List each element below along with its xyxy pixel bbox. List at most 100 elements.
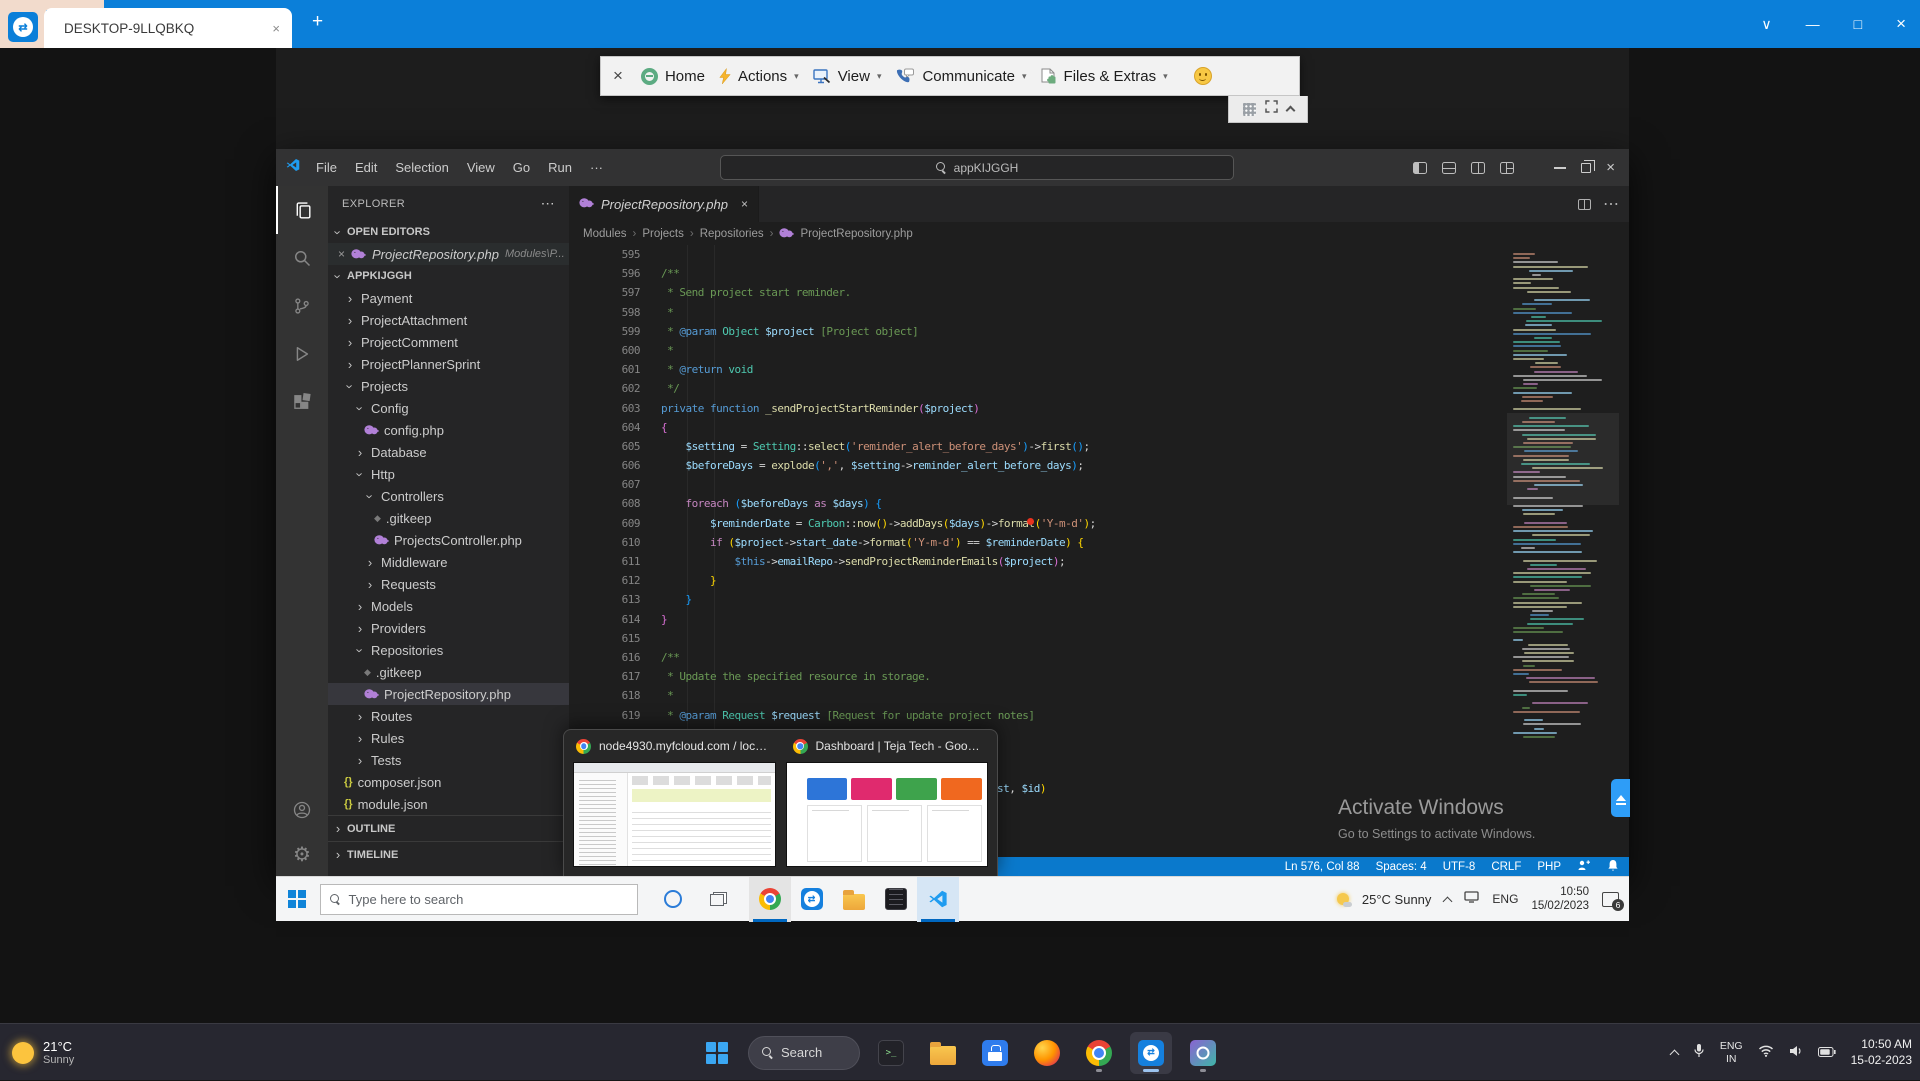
tree-item-projectrepositoryphp[interactable]: ProjectRepository.php [328, 683, 569, 705]
remote-weather-text[interactable]: 25°C Sunny [1362, 892, 1432, 907]
explorer-icon[interactable] [276, 186, 328, 234]
tree-item-projectcomment[interactable]: ›ProjectComment [328, 331, 569, 353]
tree-item-rules[interactable]: ›Rules [328, 727, 569, 749]
accounts-icon[interactable] [276, 788, 328, 832]
explorer-more-icon[interactable]: ⋯ [541, 195, 555, 212]
host-tray-chevron-icon[interactable] [1669, 1050, 1679, 1060]
wifi-icon[interactable] [1758, 1044, 1774, 1062]
session-tab[interactable]: DESKTOP-9LLQBKQ × [44, 8, 292, 48]
remote-network-icon[interactable] [1464, 890, 1479, 908]
vscode-close-icon[interactable]: × [1606, 159, 1615, 176]
host-clock[interactable]: 10:50 AM 15-02-2023 [1851, 1037, 1912, 1068]
tree-item-configphp[interactable]: config.php [328, 419, 569, 441]
minimap-slider[interactable] [1507, 413, 1619, 505]
window-minimize-icon[interactable]: — [1806, 16, 1820, 32]
tree-item-middleware[interactable]: ›Middleware [328, 551, 569, 573]
status-item[interactable]: UTF-8 [1443, 861, 1476, 873]
tree-item-projectattachment[interactable]: ›ProjectAttachment [328, 309, 569, 331]
toggle-secondary-sidebar-icon[interactable] [1471, 162, 1485, 174]
toolbar-view-button[interactable]: View▾ [813, 68, 882, 85]
session-tab-close-icon[interactable]: × [272, 21, 280, 36]
timeline-section[interactable]: › TIMELINE [328, 841, 569, 867]
breadcrumb-item[interactable]: ProjectRepository.php [800, 228, 912, 240]
remote-taskbar-chrome-icon[interactable] [749, 877, 791, 922]
tree-item-tests[interactable]: ›Tests [328, 749, 569, 771]
host-taskbar-explorer-icon[interactable] [922, 1032, 964, 1074]
host-search-pill[interactable]: Search [748, 1036, 860, 1070]
search-view-icon[interactable] [276, 234, 328, 282]
tree-item-projects[interactable]: ›Projects [328, 375, 569, 397]
remote-taskbar-teamviewer-icon[interactable]: ⇄ [791, 877, 833, 922]
window-maximize-icon[interactable]: □ [1854, 16, 1862, 32]
tree-item-modulejson[interactable]: {}module.json [328, 793, 569, 815]
tree-item-http[interactable]: ›Http [328, 463, 569, 485]
host-taskbar-chrome-icon[interactable] [1078, 1032, 1120, 1074]
preview-thumbnail-files[interactable] [573, 762, 776, 867]
tree-item-database[interactable]: ›Database [328, 441, 569, 463]
remote-taskbar-vscode-icon[interactable] [917, 877, 959, 922]
host-taskbar-terminal-icon[interactable]: >_ [870, 1032, 912, 1074]
remote-start-button[interactable] [288, 890, 306, 908]
collapse-chevron-icon[interactable] [1285, 106, 1295, 116]
outline-section[interactable]: › OUTLINE [328, 815, 569, 841]
extensions-icon[interactable] [276, 378, 328, 426]
tree-item-gitkeep[interactable]: ◆.gitkeep [328, 507, 569, 529]
breadcrumb-item[interactable]: Repositories [700, 228, 764, 240]
open-editors-section[interactable]: › OPEN EDITORS [328, 221, 569, 243]
tree-item-requests[interactable]: ›Requests [328, 573, 569, 595]
teamviewer-panel-handle[interactable] [1611, 779, 1630, 817]
status-item[interactable]: Spaces: 4 [1376, 861, 1427, 873]
settings-gear-icon[interactable]: ⚙ [276, 832, 328, 876]
tree-item-projectplannersprint[interactable]: ›ProjectPlannerSprint [328, 353, 569, 375]
vscode-minimize-icon[interactable] [1554, 167, 1566, 168]
tree-item-providers[interactable]: ›Providers [328, 617, 569, 639]
tree-item-payment[interactable]: ›Payment [328, 287, 569, 309]
menu-selection[interactable]: Selection [386, 149, 457, 186]
toolbar-communicate-button[interactable]: Communicate▾ [895, 68, 1026, 85]
app-grid-icon[interactable] [1243, 103, 1256, 116]
tree-item-controllers[interactable]: ›Controllers [328, 485, 569, 507]
tab-close-icon[interactable]: × [741, 197, 748, 211]
tree-item-config[interactable]: ›Config [328, 397, 569, 419]
workspace-section[interactable]: › APPKIJGGH [328, 265, 569, 287]
remote-taskbar-explorer-icon[interactable] [833, 877, 875, 922]
preview-title-files[interactable]: node4930.myfcloud.com / loca... [564, 739, 781, 754]
host-start-button[interactable] [696, 1032, 738, 1074]
tree-item-projectscontrollerphp[interactable]: ProjectsController.php [328, 529, 569, 551]
cortana-icon[interactable] [664, 890, 682, 908]
tree-item-repositories[interactable]: ›Repositories [328, 639, 569, 661]
close-session-icon[interactable]: × [613, 66, 623, 86]
fullscreen-icon[interactable] [1265, 100, 1278, 118]
toolbar-home-button[interactable]: Home [641, 68, 705, 85]
vscode-restore-icon[interactable] [1581, 163, 1591, 173]
menu-file[interactable]: File [307, 149, 346, 186]
remote-search-box[interactable]: Type here to search [320, 884, 638, 915]
close-editor-icon[interactable]: × [338, 247, 345, 261]
status-item[interactable]: CRLF [1491, 861, 1521, 873]
remote-language-indicator[interactable]: ENG [1492, 892, 1518, 906]
menu-run[interactable]: Run [539, 149, 581, 186]
remote-action-center-icon[interactable]: 6 [1602, 892, 1619, 907]
status-item[interactable]: Ln 576, Col 88 [1285, 861, 1360, 873]
remote-indicator-icon[interactable] [1577, 859, 1591, 874]
battery-icon[interactable] [1818, 1044, 1836, 1062]
toggle-sidebar-icon[interactable] [1413, 162, 1427, 174]
notifications-bell-icon[interactable] [1607, 859, 1619, 875]
editor-more-icon[interactable]: ⋯ [1603, 194, 1619, 214]
remote-tray-chevron-icon[interactable] [1443, 896, 1453, 906]
status-item[interactable]: PHP [1537, 861, 1561, 873]
host-taskbar-teamviewer-icon[interactable]: ⇄ [1130, 1032, 1172, 1074]
remote-taskbar-darkapp-icon[interactable] [875, 877, 917, 922]
tab-projectrepository[interactable]: ProjectRepository.php × [569, 186, 759, 222]
source-control-icon[interactable] [276, 282, 328, 330]
run-debug-icon[interactable] [276, 330, 328, 378]
tree-item-routes[interactable]: ›Routes [328, 705, 569, 727]
breadcrumb-item[interactable]: Projects [642, 228, 684, 240]
microphone-icon[interactable] [1693, 1043, 1705, 1063]
task-view-icon[interactable] [710, 892, 727, 906]
menu-view[interactable]: View [458, 149, 504, 186]
volume-icon[interactable] [1789, 1044, 1803, 1062]
window-close-icon[interactable]: × [1896, 14, 1906, 34]
host-taskbar-store-icon[interactable] [974, 1032, 1016, 1074]
breadcrumb-item[interactable]: Modules [583, 228, 626, 240]
